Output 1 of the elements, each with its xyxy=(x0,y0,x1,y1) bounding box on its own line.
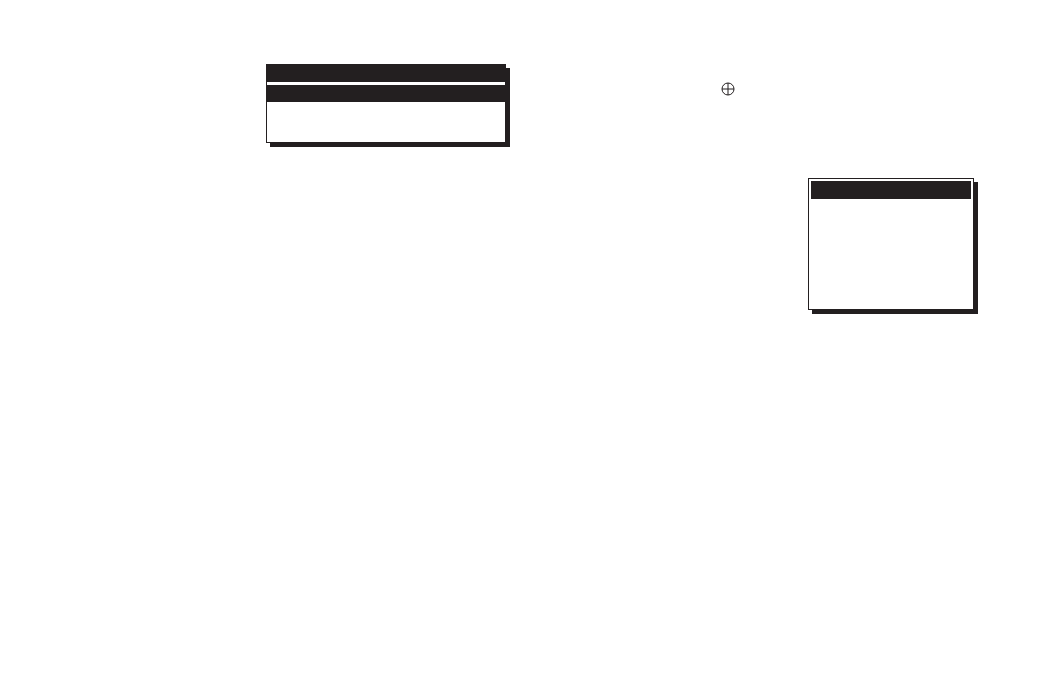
crosshair-icon xyxy=(721,82,735,96)
